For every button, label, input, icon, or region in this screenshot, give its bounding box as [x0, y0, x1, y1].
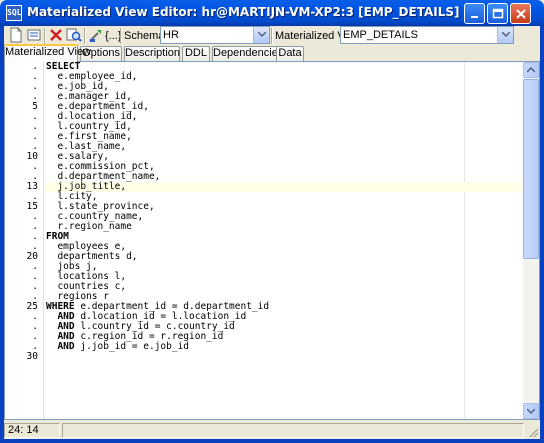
tab-materialized-view[interactable]: Materialized View [4, 44, 91, 62]
vertical-scrollbar[interactable] [523, 62, 539, 419]
tab-data[interactable]: Data [276, 46, 304, 61]
maximize-button[interactable] [487, 3, 508, 24]
line-number: 30 [26, 351, 38, 362]
code-line[interactable]: countries c, [46, 282, 522, 292]
new-document-icon[interactable] [8, 27, 24, 43]
tab-description[interactable]: Description [124, 46, 180, 61]
toolbar-separator [271, 28, 273, 44]
schemas-select-value: HR [163, 29, 179, 41]
scroll-thumb[interactable] [523, 79, 539, 259]
sql-keyword: AND [57, 341, 75, 352]
title-bar: SQL Materialized View Editor: hr@MARTIJN… [0, 0, 544, 26]
dropdown-arrow[interactable] [253, 27, 269, 43]
materialized-view-select-value: EMP_DETAILS [343, 29, 418, 41]
tab-dependencies[interactable]: Dependencies [212, 46, 283, 61]
code-line[interactable]: e.last_name, [46, 142, 522, 152]
chevron-down-icon [258, 32, 266, 38]
minimize-button[interactable] [464, 3, 485, 24]
materialized-view-select[interactable]: EMP_DETAILS [340, 26, 514, 44]
status-message-area [62, 423, 524, 438]
code-line[interactable]: departments d, [46, 252, 522, 262]
code-line[interactable]: r.region_name [46, 222, 522, 232]
close-button[interactable] [510, 3, 531, 24]
toolbar-separator [44, 28, 46, 44]
cursor-position: 24: 14 [4, 423, 60, 438]
window-frame-bottom [0, 439, 544, 443]
tab-ddl[interactable]: DDL [182, 46, 210, 61]
scroll-up-button[interactable] [523, 62, 539, 78]
close-icon [516, 9, 526, 19]
code-line[interactable]: e.employee_id, [46, 72, 522, 82]
status-bar: 24: 14 [4, 422, 540, 439]
toolbar-separator [84, 28, 86, 44]
minimize-icon [471, 16, 478, 18]
code-line[interactable] [46, 352, 522, 362]
compile-icon[interactable] [88, 27, 104, 43]
maximize-icon [492, 8, 504, 19]
window-frame-right [540, 26, 544, 443]
chevron-down-icon [527, 408, 535, 414]
code-line[interactable]: j.job_title, [46, 182, 522, 192]
find-icon[interactable] [66, 27, 82, 43]
scroll-down-button[interactable] [523, 403, 539, 419]
toolbar-separator [120, 28, 122, 44]
tab-strip: Materialized View Options Description DD… [4, 44, 540, 62]
resize-grip-icon[interactable] [527, 426, 539, 438]
delete-icon[interactable] [48, 27, 64, 43]
open-icon[interactable] [26, 27, 42, 43]
toolbar: {...} Schemas HR Materialized View EMP_D… [4, 26, 540, 44]
window-title: Materialized View Editor: hr@MARTIJN-VM-… [27, 5, 460, 19]
dropdown-arrow[interactable] [497, 27, 513, 43]
code-line[interactable]: AND j.job_id = e.job_id [46, 342, 522, 352]
chevron-up-icon [527, 67, 535, 73]
schemas-select[interactable]: HR [160, 26, 270, 44]
app-icon: SQL [6, 5, 22, 21]
line-number-gutter: .... 5.... 10.. 13. 15.... 20.... 25.... 30 [5, 62, 44, 419]
sql-editor[interactable]: .... 5.... 10.. 13. 15.... 20.... 25.... 30 SEL… [4, 61, 540, 420]
chevron-down-icon [502, 32, 510, 38]
